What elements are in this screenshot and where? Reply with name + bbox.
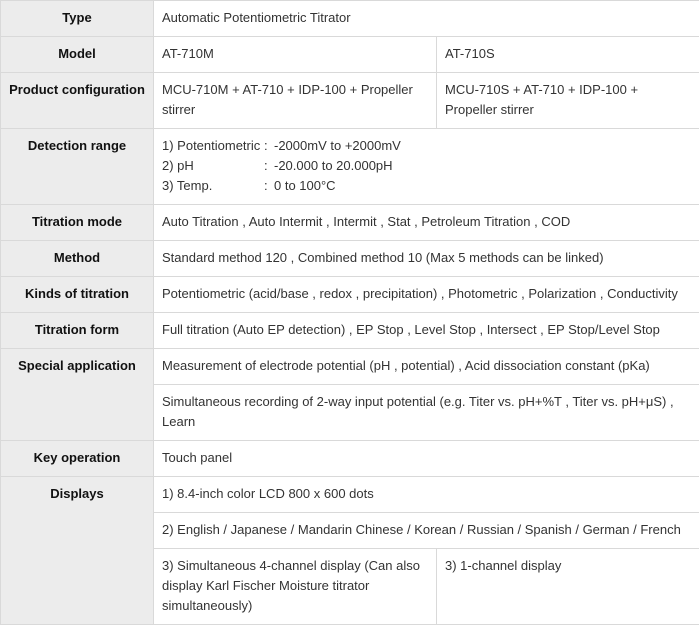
value-special-application-1: Measurement of electrode potential (pH ,… — [154, 349, 699, 385]
value-key-operation: Touch panel — [154, 441, 699, 477]
value-kinds-of-titration: Potentiometric (acid/base , redox , prec… — [154, 277, 699, 313]
header-titration-form: Titration form — [1, 313, 154, 349]
detection-line: 3) Temp.:0 to 100°C — [162, 176, 691, 196]
row-kinds-of-titration: Kinds of titration Potentiometric (acid/… — [1, 277, 699, 313]
value-special-application-2: Simultaneous recording of 2-way input po… — [154, 385, 699, 441]
row-method: Method Standard method 120 , Combined me… — [1, 241, 699, 277]
row-product-configuration: Product configuration MCU-710M + AT-710 … — [1, 73, 699, 129]
header-key-operation: Key operation — [1, 441, 154, 477]
value-config-s: MCU-710S + AT-710 + IDP-100 + Propeller … — [437, 73, 699, 129]
header-titration-mode: Titration mode — [1, 205, 154, 241]
header-detection-range: Detection range — [1, 129, 154, 205]
header-kinds-of-titration: Kinds of titration — [1, 277, 154, 313]
header-displays: Displays — [1, 477, 154, 625]
value-method: Standard method 120 , Combined method 10… — [154, 241, 699, 277]
value-type: Automatic Potentiometric Titrator — [154, 1, 699, 37]
value-detection-range: 1) Potentiometric:-2000mV to +2000mV 2) … — [154, 129, 699, 205]
row-displays: Displays 1) 8.4-inch color LCD 800 x 600… — [1, 477, 699, 513]
spec-table: Type Automatic Potentiometric Titrator M… — [0, 0, 699, 625]
value-displays-3-m: 3) Simultaneous 4-channel display (Can a… — [154, 549, 437, 625]
value-displays-1: 1) 8.4-inch color LCD 800 x 600 dots — [154, 477, 699, 513]
value-model-s: AT-710S — [437, 37, 699, 73]
header-special-application: Special application — [1, 349, 154, 441]
value-titration-form: Full titration (Auto EP detection) , EP … — [154, 313, 699, 349]
header-model: Model — [1, 37, 154, 73]
detection-line: 1) Potentiometric:-2000mV to +2000mV — [162, 136, 691, 156]
row-titration-mode: Titration mode Auto Titration , Auto Int… — [1, 205, 699, 241]
detection-line: 2) pH:-20.000 to 20.000pH — [162, 156, 691, 176]
header-product-configuration: Product configuration — [1, 73, 154, 129]
header-method: Method — [1, 241, 154, 277]
value-displays-2: 2) English / Japanese / Mandarin Chinese… — [154, 513, 699, 549]
row-type: Type Automatic Potentiometric Titrator — [1, 1, 699, 37]
header-type: Type — [1, 1, 154, 37]
value-config-m: MCU-710M + AT-710 + IDP-100 + Propeller … — [154, 73, 437, 129]
value-model-m: AT-710M — [154, 37, 437, 73]
row-titration-form: Titration form Full titration (Auto EP d… — [1, 313, 699, 349]
row-special-application: Special application Measurement of elect… — [1, 349, 699, 385]
row-model: Model AT-710M AT-710S — [1, 37, 699, 73]
value-displays-3-s: 3) 1-channel display — [437, 549, 699, 625]
row-detection-range: Detection range 1) Potentiometric:-2000m… — [1, 129, 699, 205]
row-key-operation: Key operation Touch panel — [1, 441, 699, 477]
value-titration-mode: Auto Titration , Auto Intermit , Intermi… — [154, 205, 699, 241]
